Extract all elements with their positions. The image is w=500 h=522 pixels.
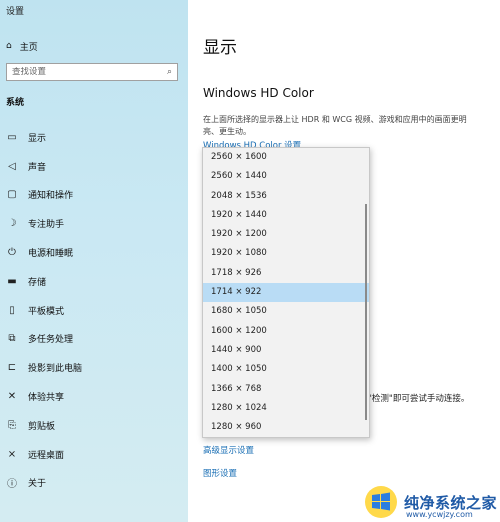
watermark-logo: 纯净系统之家 www.ycwjzy.com: [364, 482, 500, 522]
resolution-option[interactable]: 2560 × 1440: [203, 167, 369, 186]
sidebar-item-label: 电源和睡眠: [28, 249, 74, 260]
info-icon: ⓘ: [7, 479, 17, 491]
multitask-icon: ⧉: [8, 333, 16, 345]
resolution-option[interactable]: 2048 × 1536: [203, 187, 369, 206]
page-title: 显示: [203, 38, 237, 58]
resolution-option[interactable]: 1400 × 1050: [203, 360, 369, 379]
hd-color-description: 在上面所选择的显示器上让 HDR 和 WCG 视频、游戏和应用中的画面更明亮、更…: [203, 115, 467, 136]
section-label: 系统: [6, 98, 25, 108]
sidebar-item-label: 投影到此电脑: [28, 364, 83, 375]
sidebar-item-project[interactable]: ⊏ 投影到此电脑: [0, 353, 188, 382]
resolution-option[interactable]: 1920 × 1200: [203, 225, 369, 244]
sidebar-item-clipboard[interactable]: ⎘ 剪贴板: [0, 411, 188, 440]
resolution-option[interactable]: 1718 × 926: [203, 264, 369, 283]
sidebar-item-storage[interactable]: ▬ 存储: [0, 267, 188, 296]
power-icon: ⏻: [8, 247, 16, 259]
home-label: 主页: [19, 42, 38, 53]
window-title: 设置: [6, 7, 25, 17]
sidebar-item-label: 专注助手: [28, 220, 65, 231]
resolution-option[interactable]: 1440 × 900: [203, 341, 369, 360]
resolution-option[interactable]: 1280 × 1024: [203, 399, 369, 418]
resolution-dropdown[interactable]: 2560 × 1600 2560 × 1440 2048 × 1536 1920…: [202, 147, 370, 438]
watermark-url: www.ycwjzy.com: [406, 510, 473, 519]
project-icon: ⊏: [7, 362, 17, 374]
speaker-icon: ◁: [8, 160, 16, 172]
sidebar-item-label: 体验共享: [28, 393, 65, 404]
share-icon: ✕: [7, 391, 17, 403]
search-input[interactable]: [12, 67, 167, 77]
sidebar-item-tablet[interactable]: ▯ 平板模式: [0, 296, 188, 325]
sidebar-item-label: 多任务处理: [28, 335, 74, 346]
sidebar-item-multitask[interactable]: ⧉ 多任务处理: [0, 325, 188, 354]
home-icon: ⌂: [6, 41, 12, 51]
tablet-icon: ▯: [9, 304, 15, 316]
resolution-option[interactable]: 1920 × 1080: [203, 244, 369, 263]
monitor-icon: ▭: [7, 131, 17, 143]
sidebar-item-label: 声音: [28, 162, 47, 173]
sidebar-item-label: 剪贴板: [28, 421, 56, 432]
search-icon[interactable]: ⌕: [167, 67, 172, 77]
storage-icon: ▬: [7, 275, 17, 287]
sidebar-item-power[interactable]: ⏻ 电源和睡眠: [0, 238, 188, 267]
sidebar-item-sound[interactable]: ◁ 声音: [0, 152, 188, 181]
sidebar-item-label: 关于: [28, 479, 47, 490]
notification-icon: ▢: [7, 189, 17, 201]
sidebar-item-share[interactable]: ✕ 体验共享: [0, 382, 188, 411]
sidebar-item-label: 存储: [28, 277, 47, 288]
dropdown-scrollbar[interactable]: [365, 204, 367, 420]
resolution-option[interactable]: 1280 × 960: [203, 418, 369, 437]
resolution-option[interactable]: 2560 × 1600: [203, 148, 369, 167]
sidebar-item-focus-assist[interactable]: ☽ 专注助手: [0, 209, 188, 238]
home-link[interactable]: ⌂ 主页: [6, 38, 38, 54]
windows-logo-icon: [365, 486, 397, 518]
resolution-option[interactable]: 1680 × 1050: [203, 302, 369, 321]
resolution-option[interactable]: 1366 × 768: [203, 380, 369, 399]
moon-icon: ☽: [7, 218, 17, 230]
hd-color-heading: Windows HD Color: [203, 86, 314, 100]
sidebar-item-label: 远程桌面: [28, 450, 65, 461]
sidebar: 设置 ⌂ 主页 ⌕ 系统 ▭ 显示 ◁ 声音 ▢ 通知和操作 ☽ 专注助手 ⏻ …: [0, 0, 188, 522]
search-box[interactable]: ⌕: [6, 63, 178, 81]
sidebar-item-label: 显示: [28, 133, 47, 144]
resolution-option-selected[interactable]: 1714 × 922: [203, 283, 369, 303]
resolution-option[interactable]: 1600 × 1200: [203, 322, 369, 341]
sidebar-nav: ▭ 显示 ◁ 声音 ▢ 通知和操作 ☽ 专注助手 ⏻ 电源和睡眠 ▬ 存储 ▯ …: [0, 123, 188, 497]
sidebar-item-label: 平板模式: [28, 306, 65, 317]
clipboard-icon: ⎘: [8, 419, 16, 431]
sidebar-item-remote-desktop[interactable]: ⨯ 远程桌面: [0, 440, 188, 469]
remote-desktop-icon: ⨯: [7, 448, 17, 460]
detect-hint-text: "检测"即可尝试手动连接。: [368, 394, 470, 404]
sidebar-item-about[interactable]: ⓘ 关于: [0, 469, 188, 498]
sidebar-item-notifications[interactable]: ▢ 通知和操作: [0, 181, 188, 210]
sidebar-item-display[interactable]: ▭ 显示: [0, 123, 188, 152]
advanced-display-settings-link[interactable]: 高级显示设置: [203, 444, 254, 456]
graphics-settings-link[interactable]: 图形设置: [203, 467, 237, 479]
resolution-option[interactable]: 1920 × 1440: [203, 206, 369, 225]
sidebar-item-label: 通知和操作: [28, 191, 74, 202]
